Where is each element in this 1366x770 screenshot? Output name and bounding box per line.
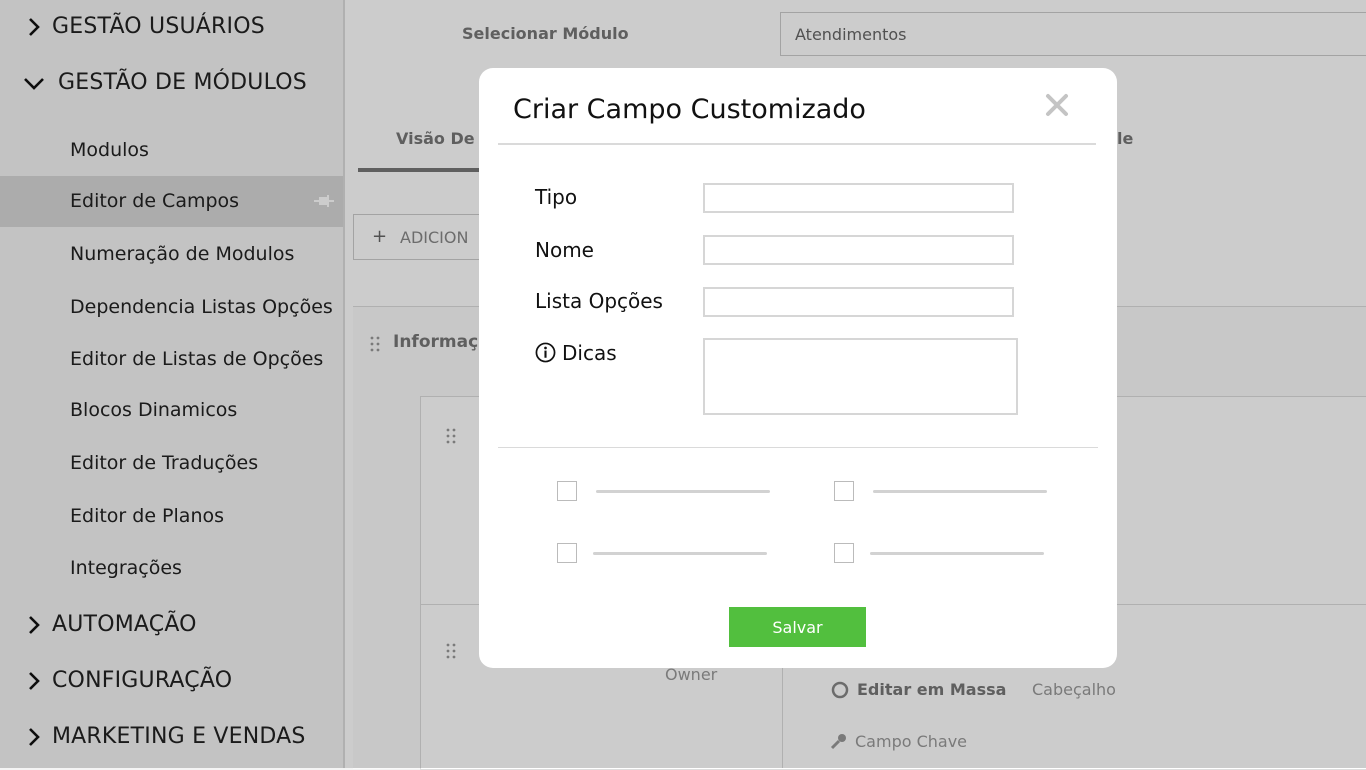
- option-label-placeholder: [870, 552, 1044, 555]
- dicas-label: Dicas: [562, 341, 617, 365]
- lista-opcoes-label: Lista Opções: [535, 289, 663, 313]
- tipo-input[interactable]: [703, 183, 1014, 213]
- save-button[interactable]: Salvar: [729, 607, 866, 647]
- close-icon[interactable]: [1045, 93, 1069, 117]
- nome-input[interactable]: [703, 235, 1014, 265]
- option-label-placeholder: [596, 490, 770, 493]
- nome-label: Nome: [535, 238, 594, 262]
- option-checkbox-2[interactable]: [834, 481, 854, 501]
- option-label-placeholder: [593, 552, 767, 555]
- option-label-placeholder: [873, 490, 1047, 493]
- dicas-textarea[interactable]: [703, 338, 1018, 415]
- modal-section-divider: [498, 447, 1098, 448]
- modal-header-divider: [498, 143, 1096, 145]
- lista-opcoes-input[interactable]: [703, 287, 1014, 317]
- create-custom-field-modal: Criar Campo Customizado Tipo Nome Lista …: [479, 68, 1117, 668]
- info-icon[interactable]: [535, 342, 556, 363]
- tipo-label: Tipo: [535, 185, 578, 209]
- modal-title: Criar Campo Customizado: [513, 94, 866, 125]
- option-checkbox-1[interactable]: [557, 481, 577, 501]
- dicas-label-group: Dicas: [535, 341, 617, 365]
- option-checkbox-3[interactable]: [557, 543, 577, 563]
- option-checkbox-4[interactable]: [834, 543, 854, 563]
